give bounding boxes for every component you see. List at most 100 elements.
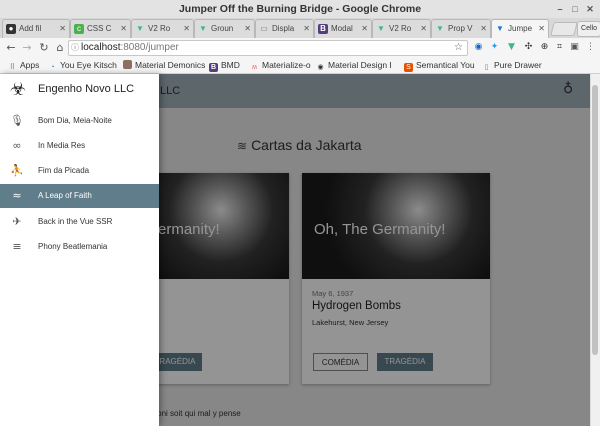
bookmark-label: Material Demonics <box>135 60 206 70</box>
reload-icon[interactable]: ↻ <box>37 41 51 55</box>
browser-tab[interactable]: ▼ V2 Ro ✕ <box>131 19 194 38</box>
home-icon[interactable]: ⌂ <box>53 41 67 55</box>
drawer-item-fim-da-picada[interactable]: ⛹ Fim da Picada <box>0 159 159 183</box>
bookmark-item[interactable]: Material Demonics <box>123 59 205 72</box>
drawer-item-vue-ssr[interactable]: ✈ Back in the Vue SSR <box>0 210 159 234</box>
extension-icon[interactable]: ⌗ <box>553 41 566 54</box>
github-icon: ● <box>6 24 16 34</box>
extension-icon[interactable]: ◉ <box>472 41 485 54</box>
info-icon[interactable]: ⓘ <box>69 41 81 55</box>
bookmark-item[interactable]: B BMD <box>209 59 240 72</box>
extension-icon[interactable]: ✣ <box>522 41 535 54</box>
materialize-icon: ʍ <box>251 64 258 71</box>
bookmark-label: Pure Drawer <box>494 60 542 70</box>
tab-label: V2 Ro <box>148 24 171 33</box>
drawer-item-leap-of-faith[interactable]: ≈ A Leap of Faith <box>0 184 159 208</box>
url-path: :8080/jumper <box>120 42 179 53</box>
vue-icon: ▼ <box>136 24 144 33</box>
maximize-icon[interactable]: □ <box>569 3 581 15</box>
extension-icon[interactable]: ▣ <box>568 41 581 54</box>
new-tab-button[interactable] <box>550 22 578 36</box>
bookmark-item[interactable]: ◉ Material Design I <box>316 59 391 72</box>
url-bar[interactable]: ⓘ localhost:8080/jumper ☆ <box>68 40 468 56</box>
tab-close-icon[interactable]: ✕ <box>480 20 487 38</box>
drawer-item-label: Fim da Picada <box>38 166 90 175</box>
tab-close-icon[interactable]: ✕ <box>538 20 545 38</box>
profile-badge[interactable]: Cello <box>577 21 600 37</box>
bookmark-item[interactable]: S Semantical You <box>404 59 475 72</box>
tab-label: Groun <box>211 24 234 33</box>
menu-dots-icon[interactable]: ⋮ <box>584 41 597 54</box>
extension-icon[interactable]: ⊕ <box>538 41 551 54</box>
bookmark-item[interactable]: ◔ You Eye Kitsch <box>48 59 117 72</box>
tab-label: Displa <box>272 24 295 33</box>
drawer-item-phony-beatlemania[interactable]: ≡ Phony Beatlemania <box>0 235 159 259</box>
drawer-item-label: In Media Res <box>38 141 86 150</box>
browser-tab[interactable]: c CSS C ✕ <box>70 19 131 38</box>
tab-close-icon[interactable]: ✕ <box>303 20 310 38</box>
bookmark-label: Materialize-o <box>262 60 311 70</box>
drawer-item-label: Back in the Vue SSR <box>38 217 113 226</box>
twitter-icon[interactable]: ✦ <box>488 41 501 54</box>
infinity-icon: ∞ <box>12 139 22 152</box>
vue-icon: ▼ <box>377 24 385 33</box>
vue-icon: ▼ <box>199 24 207 33</box>
tab-close-icon[interactable]: ✕ <box>183 20 190 38</box>
browser-tab[interactable]: ▼ Groun ✕ <box>194 19 255 38</box>
bookmark-label: Apps <box>20 60 40 70</box>
bookmark-icon: ◉ <box>317 64 324 71</box>
bootstrap-icon: B <box>209 63 218 72</box>
bookmark-icon <box>123 60 132 69</box>
browser-tab[interactable]: B Modal ✕ <box>314 19 372 38</box>
bookmark-icon: S <box>404 63 413 72</box>
mic-icon: 🎙︎ <box>10 114 24 127</box>
bookmark-icon: ◔ <box>50 64 55 71</box>
minimize-icon[interactable]: – <box>554 3 566 15</box>
pool-icon: ≈ <box>12 189 22 202</box>
forward-arrow-icon[interactable]: → <box>20 41 34 55</box>
bookmark-item[interactable]: ʍ Materialize-o <box>250 59 311 72</box>
browser-tab[interactable]: ▼ V2 Ro ✕ <box>372 19 431 38</box>
browser-tab[interactable]: ▭ Displa ✕ <box>255 19 314 38</box>
tab-close-icon[interactable]: ✕ <box>420 20 427 38</box>
drawer-header: ☣ Engenho Novo LLC <box>0 74 159 108</box>
playlist-icon: ≡ <box>12 240 22 253</box>
walk-icon: ⛹ <box>10 164 24 177</box>
tab-close-icon[interactable]: ✕ <box>244 20 251 38</box>
airplane-icon: ✈ <box>12 215 22 228</box>
close-icon[interactable]: ✕ <box>584 3 596 15</box>
bookmark-apps[interactable]: ⠿ Apps <box>8 59 39 72</box>
tab-label: Prop V <box>448 24 473 33</box>
browser-tab[interactable]: ● Add fil ✕ <box>2 19 70 38</box>
window-title-bar: Jumper Off the Burning Bridge - Google C… <box>0 0 600 18</box>
url-host: localhost <box>81 42 121 53</box>
biohazard-icon: ☣ <box>9 79 27 100</box>
apps-icon: ⠿ <box>9 64 16 71</box>
star-icon[interactable]: ☆ <box>454 41 463 55</box>
vue-icon: ▼ <box>436 24 444 33</box>
tab-label: Modal <box>331 24 353 33</box>
tab-close-icon[interactable]: ✕ <box>361 20 368 38</box>
drawer-title: Engenho Novo LLC <box>38 83 135 95</box>
tab-label: Add fil <box>19 24 42 33</box>
drawer-item-label: Phony Beatlemania <box>38 242 108 251</box>
page-icon: ▯ <box>484 64 489 71</box>
bookmark-label: You Eye Kitsch <box>60 60 117 70</box>
back-arrow-icon[interactable]: ← <box>4 41 18 55</box>
tab-label: Jumpe <box>508 24 533 33</box>
tab-close-icon[interactable]: ✕ <box>120 20 127 38</box>
drawer-item-in-media-res[interactable]: ∞ In Media Res <box>0 134 159 158</box>
bootstrap-icon: B <box>318 24 328 34</box>
drawer-item-label: Bom Dia, Meia-Noite <box>38 116 112 125</box>
css-icon: c <box>74 24 84 34</box>
scrollbar-thumb[interactable] <box>592 85 598 355</box>
bookmark-item[interactable]: ▯ Pure Drawer <box>482 59 542 72</box>
page-icon: ▭ <box>260 24 268 33</box>
browser-tab[interactable]: ▼ Prop V ✕ <box>431 19 491 38</box>
tab-close-icon[interactable]: ✕ <box>59 20 66 38</box>
drawer-item-label: A Leap of Faith <box>38 191 92 200</box>
drawer-item-bom-dia[interactable]: 🎙︎ Bom Dia, Meia-Noite <box>0 109 159 133</box>
browser-tab-active[interactable]: ▼ Jumpe ✕ <box>491 19 549 39</box>
vue-devtools-icon[interactable]: ▼ <box>505 41 518 54</box>
vuetify-icon: ▼ <box>496 24 504 33</box>
